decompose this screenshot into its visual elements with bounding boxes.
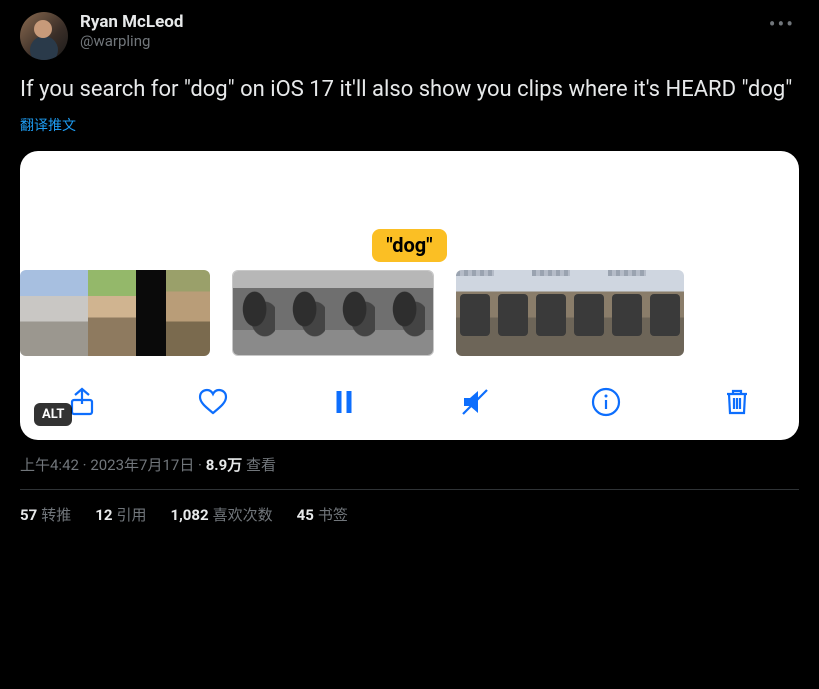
more-icon[interactable]: ••• (765, 12, 799, 36)
pause-button[interactable] (324, 382, 364, 422)
stat-bookmarks[interactable]: 45书签 (297, 504, 348, 525)
mute-button[interactable] (455, 382, 495, 422)
clip-frame (136, 270, 166, 356)
clip-thumbnail-group[interactable] (456, 270, 684, 356)
clip-frame (494, 270, 532, 356)
clip-frame (20, 270, 54, 356)
clip-frame (532, 270, 570, 356)
info-icon (590, 386, 622, 418)
stat-likes[interactable]: 1,082 喜欢次数 (170, 504, 272, 525)
speaker-muted-icon (459, 386, 491, 418)
clip-frame (570, 270, 608, 356)
stat-label: 喜欢次数 (213, 506, 273, 524)
trash-icon (721, 386, 753, 418)
info-button[interactable] (586, 382, 626, 422)
clip-thumbnail-group[interactable] (20, 270, 210, 356)
tweet-meta: 上午4:42 · 2023年7月17日 · 8.9万 查看 (20, 454, 799, 475)
meta-date[interactable]: 2023年7月17日 (90, 456, 194, 474)
views-label: 查看 (246, 456, 276, 474)
clip-frame (383, 271, 433, 355)
stat-retweets[interactable]: 57转推 (20, 504, 71, 525)
meta-separator: · (79, 456, 90, 474)
tweet-container: Ryan McLeod @warpling ••• If you search … (0, 0, 819, 525)
handle: @warpling (80, 32, 765, 50)
stats-row: 57转推 12引用 1,082 喜欢次数 45书签 (20, 504, 799, 525)
pause-icon (328, 386, 360, 418)
meta-separator: · (194, 456, 205, 474)
clip-frame (333, 271, 383, 355)
clip-frame (283, 271, 333, 355)
caption-bubble-row: "dog" (20, 229, 799, 262)
clip-frame (456, 270, 494, 356)
avatar[interactable] (20, 12, 68, 60)
stat-count: 1,082 (170, 506, 208, 524)
alt-badge[interactable]: ALT (34, 403, 72, 426)
author-names[interactable]: Ryan McLeod @warpling (80, 12, 765, 50)
tweet-header: Ryan McLeod @warpling ••• (20, 12, 799, 60)
stat-count: 57 (20, 506, 37, 524)
tweet-text: If you search for "dog" on iOS 17 it'll … (20, 76, 799, 105)
media-top-spacer (20, 151, 799, 229)
heart-icon (197, 386, 229, 418)
views-count: 8.9万 (206, 456, 243, 474)
stat-label: 引用 (116, 506, 146, 524)
divider (20, 489, 799, 490)
stat-count: 12 (95, 506, 112, 524)
media-card[interactable]: "dog" (20, 151, 799, 440)
stat-quotes[interactable]: 12引用 (95, 504, 146, 525)
clip-frame (88, 270, 136, 356)
display-name: Ryan McLeod (80, 12, 765, 32)
clip-frame (54, 270, 88, 356)
media-toolbar (20, 362, 799, 428)
clip-frame (233, 271, 283, 355)
clip-frame (646, 270, 684, 356)
stat-label: 转推 (41, 506, 71, 524)
meta-time[interactable]: 上午4:42 (20, 456, 79, 474)
clip-frame (166, 270, 210, 356)
clip-frame (608, 270, 646, 356)
clip-thumbnail-group[interactable] (232, 270, 434, 356)
timeline-scrubber[interactable] (20, 270, 799, 362)
caption-bubble: "dog" (372, 229, 446, 262)
like-button[interactable] (193, 382, 233, 422)
translate-link[interactable]: 翻译推文 (20, 115, 799, 135)
delete-button[interactable] (717, 382, 757, 422)
stat-count: 45 (297, 506, 314, 524)
stat-label: 书签 (318, 506, 348, 524)
